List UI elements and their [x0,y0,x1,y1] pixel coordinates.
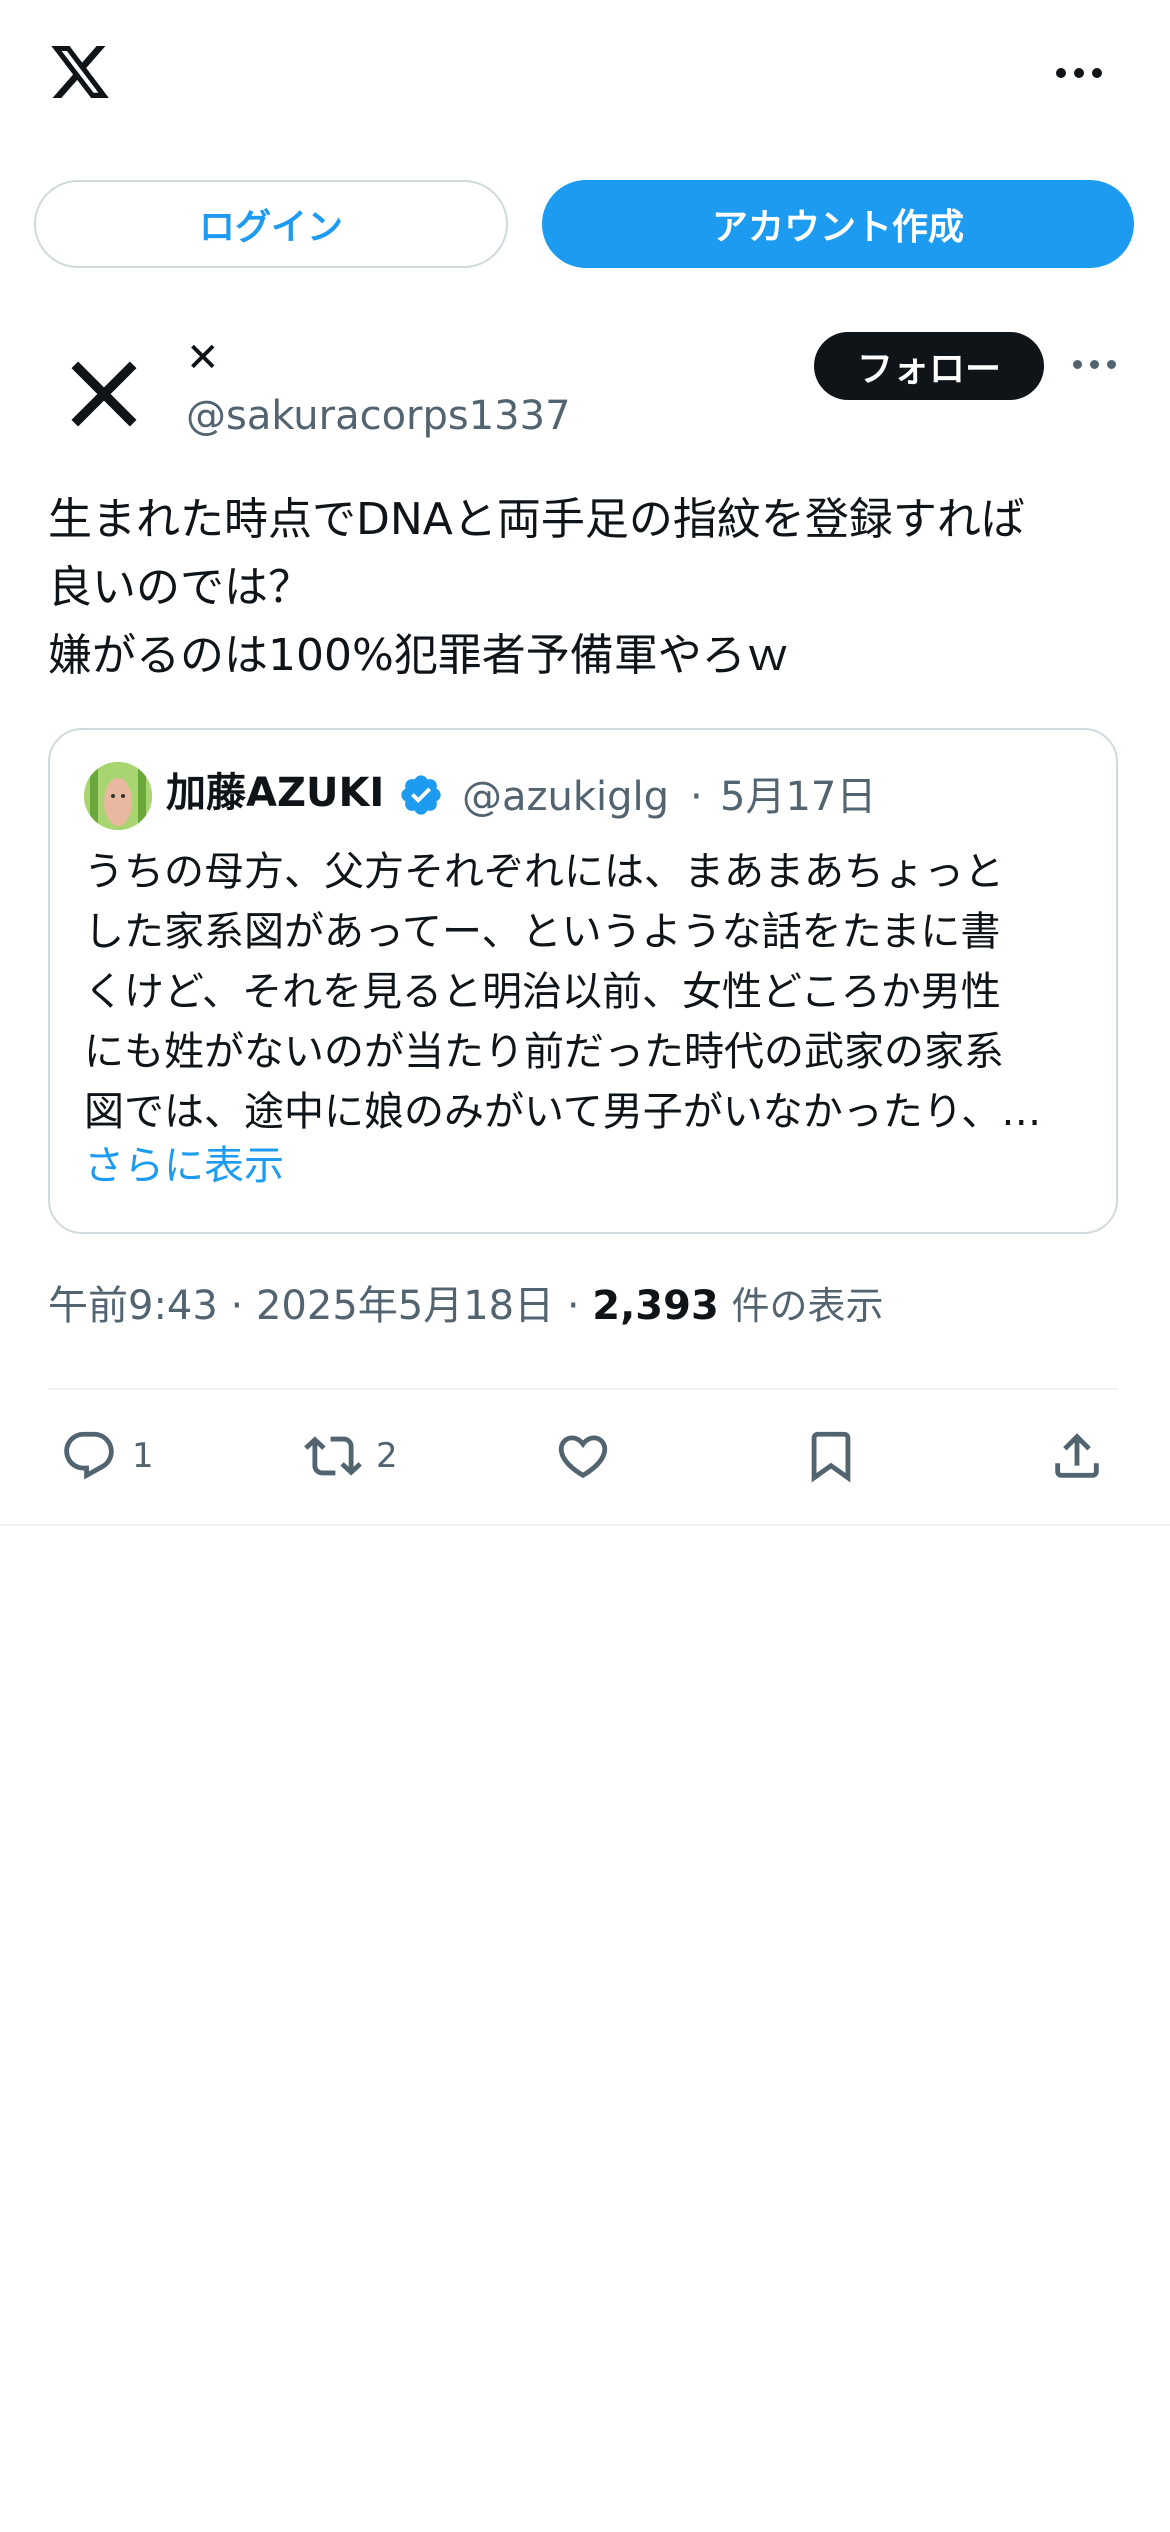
follow-button[interactable]: フォロー [814,332,1044,400]
login-button[interactable]: ログイン [34,180,508,268]
quoted-handle: @azukiglg [462,774,670,820]
views-label: 件の表示 [731,1284,884,1328]
post-more-icon[interactable] [1073,360,1116,369]
share-button[interactable] [1048,1424,1106,1488]
x-mark-icon [71,361,137,427]
quoted-text: うちの母方、父方それぞれには、まあまあちょっと した家系図があってー、というよう… [84,849,1042,1135]
reply-icon [64,1431,114,1480]
divider [48,1388,1118,1390]
more-horizontal-icon[interactable] [1056,58,1112,88]
meta-separator: · [554,1283,593,1329]
x-logo-icon[interactable] [44,40,116,104]
post-text: 生まれた時点でDNAと両手足の指紋を登録すれば 良いのでは？ 嫌がるのは100%… [48,494,1025,681]
share-icon [1055,1433,1099,1478]
divider [0,1524,1170,1526]
retweet-icon [304,1436,362,1476]
avatar[interactable] [50,340,158,448]
quoted-separator: · [690,774,703,820]
author-display-name[interactable]: ✕ [186,336,220,380]
create-account-button[interactable]: アカウント作成 [542,180,1134,268]
reply-button[interactable]: 1 [60,1424,154,1488]
reply-count: 1 [132,1436,154,1476]
show-more-link[interactable]: さらに表示 [84,1136,284,1196]
views-count: 2,393 [592,1283,719,1329]
quoted-display-name: 加藤AZUKI [166,770,385,816]
bookmark-icon [811,1431,851,1483]
like-button[interactable] [554,1424,612,1488]
like-icon [558,1435,608,1479]
author-handle[interactable]: @sakuracorps1337 [186,392,571,440]
quoted-date: 5月17日 [720,774,877,820]
post-timestamp[interactable]: 午前9:43 · 2025年5月18日 [48,1283,554,1329]
retweet-count: 2 [376,1436,398,1476]
verified-badge-icon [398,772,444,818]
bookmark-button[interactable] [802,1424,860,1488]
retweet-button[interactable]: 2 [304,1424,398,1488]
post-meta: 午前9:43 · 2025年5月18日 · 2,393 件の表示 [48,1280,884,1332]
quoted-avatar [84,762,152,830]
